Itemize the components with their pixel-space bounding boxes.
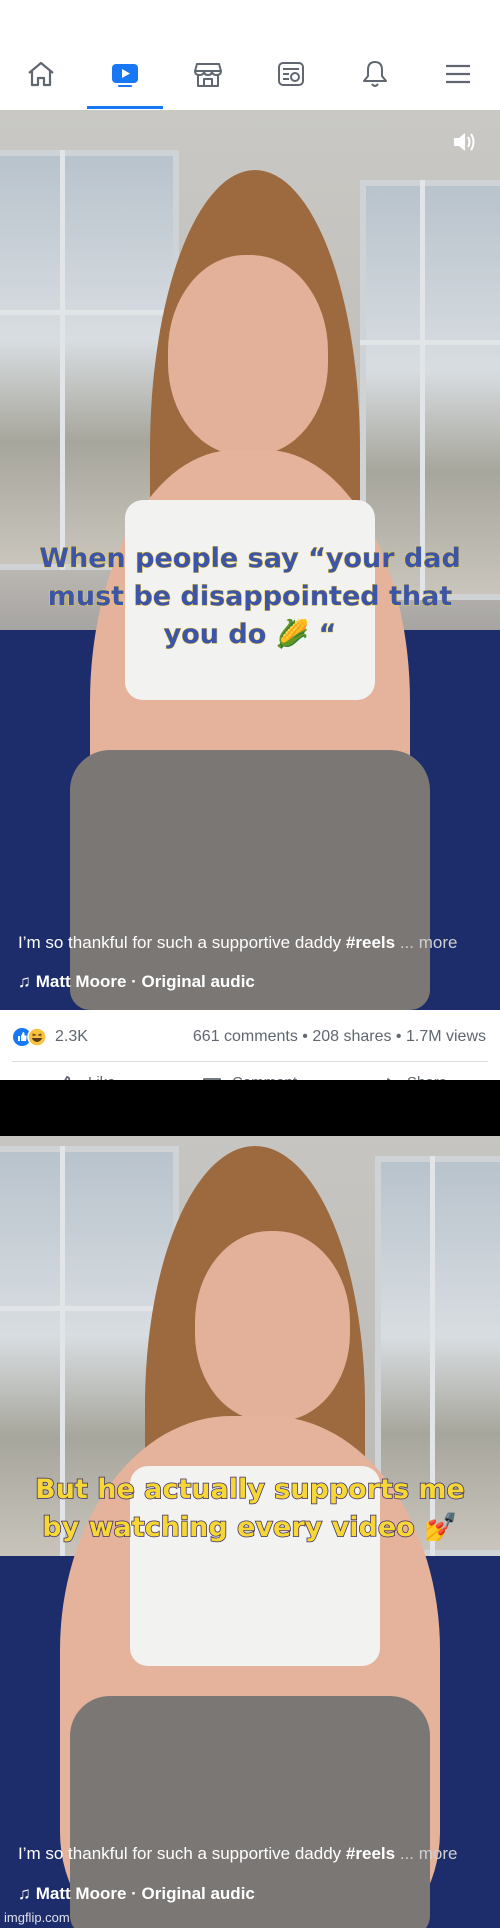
reel-caption[interactable]: I’m so thankful for such a supportive da… [18,1844,488,1864]
video-letterbox-band [0,1080,500,1136]
menu-icon [446,64,470,84]
speaker-on-icon[interactable] [450,128,478,156]
reel-video-2[interactable]: But he actually supports me by watching … [0,1136,500,1928]
top-navigation-bar [0,0,500,110]
like-haha-reactions-icon[interactable] [12,1026,52,1048]
engagement-stats[interactable]: 661 comments • 208 shares • 1.7M views [193,1028,486,1046]
overlay-line-1: When people say “your dad [39,543,462,575]
watch-video-icon [112,64,138,87]
reel-video-1[interactable]: When people say “your dad must be disapp… [0,110,500,1010]
active-tab-indicator [87,106,163,109]
caption-text: I’m so thankful for such a supportive da… [18,1844,342,1863]
hashtag-link[interactable]: #reels [346,1844,395,1863]
home-tab[interactable] [16,58,66,104]
reel-caption[interactable]: I’m so thankful for such a supportive da… [18,933,488,953]
marketplace-tab[interactable] [183,58,233,104]
menu-tab[interactable] [433,58,483,104]
news-feed-tab[interactable] [266,58,316,104]
news-feed-icon [278,62,304,86]
notifications-tab[interactable] [350,58,400,104]
reaction-count[interactable]: 2.3K [55,1028,88,1046]
reactions-bar: 2.3K 661 comments • 208 shares • 1.7M vi… [0,1010,500,1090]
audio-label: Matt Moore · Original audic [35,972,255,991]
see-more-link[interactable]: ... more [400,933,458,952]
marketplace-icon [194,63,222,87]
watch-tab[interactable] [100,58,150,104]
overlay-line-2: must be disappointed that [47,581,453,613]
caption-text: I’m so thankful for such a supportive da… [18,933,342,952]
video-overlay-text: But he actually supports me by watching … [0,1471,500,1547]
notifications-bell-icon [363,61,387,87]
audio-attribution[interactable]: ♫ Matt Moore · Original audic [18,1884,255,1904]
overlay-line-3: you do 🌽 “ [163,619,337,651]
see-more-link[interactable]: ... more [400,1844,458,1863]
hashtag-link[interactable]: #reels [346,933,395,952]
divider [12,1061,488,1062]
video-overlay-text: When people say “your dad must be disapp… [0,540,500,654]
audio-label: Matt Moore · Original audic [35,1884,255,1903]
music-note-icon: ♫ [18,1884,31,1903]
audio-attribution[interactable]: ♫ Matt Moore · Original audic [18,972,255,992]
home-icon [28,61,54,87]
overlay-line-1: But he actually supports me [34,1473,465,1506]
imgflip-watermark: imgflip.com [4,1910,70,1925]
music-note-icon: ♫ [18,972,31,991]
overlay-line-2: by watching every video 💅 [42,1511,459,1544]
